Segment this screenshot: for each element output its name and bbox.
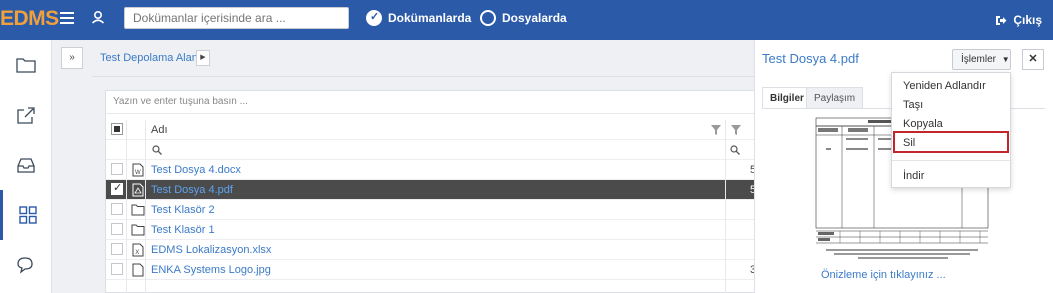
column-divider <box>126 120 127 293</box>
app-logo[interactable]: EDMS <box>0 7 59 31</box>
search-icon[interactable] <box>152 145 162 155</box>
nav-shared[interactable] <box>0 90 52 140</box>
row-checkbox[interactable] <box>111 263 123 275</box>
word-file-icon: W <box>132 163 144 177</box>
search-input[interactable] <box>124 7 349 29</box>
chat-icon <box>17 257 33 274</box>
grid-icon <box>18 206 37 224</box>
row-checkbox[interactable] <box>111 223 123 235</box>
svg-text:X: X <box>135 250 139 256</box>
table-row[interactable]: X EDMS Lokalizasyon.xlsx <box>106 240 754 260</box>
table-header-row: Adı <box>106 120 754 140</box>
nav-dashboard[interactable] <box>0 190 52 240</box>
file-name[interactable]: EDMS Lokalizasyon.xlsx <box>151 240 271 260</box>
radio-unchecked-icon <box>480 10 496 26</box>
logout-label: Çıkış <box>1013 13 1042 27</box>
file-name[interactable]: Test Klasör 2 <box>151 200 215 220</box>
row-checkbox[interactable] <box>111 243 123 255</box>
table-row[interactable]: ENKA Systems Logo.jpg 3 <box>106 260 756 280</box>
actions-label: İşlemler <box>961 54 997 65</box>
delete-highlight-box <box>893 131 1009 153</box>
svg-text:W: W <box>135 170 141 176</box>
folder-icon <box>16 58 36 73</box>
filter-input[interactable]: Yazın ve enter tuşuna basın ... <box>106 92 754 114</box>
file-name[interactable]: Test Dosya 4.docx <box>151 160 241 180</box>
select-all-checkbox[interactable] <box>111 123 123 135</box>
row-checkbox[interactable]: ✓ <box>111 182 123 195</box>
breadcrumb-root[interactable]: Test Depolama Alanı <box>100 52 201 64</box>
image-file-icon <box>132 263 144 277</box>
scope-files-radio[interactable]: Dosyalarda <box>480 10 567 26</box>
check-icon: ✓ <box>113 182 123 194</box>
detail-title: Test Dosya 4.pdf <box>762 51 859 66</box>
left-nav <box>0 40 52 293</box>
file-name[interactable]: Test Klasör 1 <box>151 220 215 240</box>
menu-divider <box>892 160 1010 161</box>
nav-folders[interactable] <box>0 40 52 90</box>
divider <box>92 76 754 77</box>
top-bar: EDMS Dokümanlarda Dosyalarda Çıkış <box>0 0 1053 40</box>
nav-inbox[interactable] <box>0 140 52 190</box>
breadcrumb-arrow-icon[interactable]: ▶ <box>196 50 210 66</box>
caret-down-icon: ▼ <box>1001 55 1010 64</box>
scope-documents-radio[interactable]: Dokümanlarda <box>366 10 471 26</box>
close-detail-button[interactable]: ✕ <box>1022 49 1044 70</box>
column-divider <box>145 120 146 293</box>
excel-file-icon: X <box>132 243 144 257</box>
scope-files-label: Dosyalarda <box>502 11 567 25</box>
logout-icon <box>996 15 1007 25</box>
folder-icon <box>131 204 145 216</box>
filter-icon[interactable] <box>731 125 741 135</box>
file-name[interactable]: ENKA Systems Logo.jpg <box>151 260 271 280</box>
row-checkbox[interactable] <box>111 163 123 175</box>
search-icon[interactable] <box>730 145 740 155</box>
table-row[interactable]: W Test Dosya 4.docx 5 <box>106 160 756 180</box>
filter-icon[interactable] <box>711 125 721 135</box>
table-row[interactable]: ✓ Test Dosya 4.pdf 5 <box>106 180 756 200</box>
menu-item-copy[interactable]: Kopyala <box>903 118 943 130</box>
menu-item-move[interactable]: Taşı <box>903 99 923 111</box>
file-name[interactable]: Test Dosya 4.pdf <box>151 180 233 200</box>
tab-paylasim[interactable]: Paylaşım <box>806 87 864 109</box>
expand-tree-button[interactable]: » <box>61 47 83 69</box>
actions-menu: Yeniden Adlandır Taşı Kopyala Sil İndir <box>891 72 1011 188</box>
hamburger-menu-icon[interactable] <box>60 12 74 24</box>
actions-dropdown-button[interactable]: İşlemler ▼ <box>952 49 1011 70</box>
table-row[interactable]: Test Klasör 1 <box>106 220 754 240</box>
nav-messages[interactable] <box>0 240 52 290</box>
scope-documents-label: Dokümanlarda <box>388 11 472 25</box>
preview-link[interactable]: Önizleme için tıklayınız ... <box>821 269 946 281</box>
logout-button[interactable]: Çıkış <box>995 13 1042 27</box>
menu-item-rename[interactable]: Yeniden Adlandır <box>903 80 986 92</box>
row-checkbox[interactable] <box>111 203 123 215</box>
tab-bilgiler[interactable]: Bilgiler <box>762 87 812 109</box>
table-search-row <box>106 140 754 160</box>
folder-icon <box>131 224 145 236</box>
column-header-name[interactable]: Adı <box>151 120 168 140</box>
user-icon[interactable] <box>91 10 105 24</box>
pdf-file-icon <box>132 183 144 197</box>
menu-item-download[interactable]: İndir <box>903 170 924 182</box>
table-row[interactable]: Test Klasör 2 <box>106 200 754 220</box>
inbox-icon <box>17 158 35 173</box>
share-icon <box>17 107 35 124</box>
radio-checked-icon <box>366 10 382 26</box>
column-divider <box>725 120 726 293</box>
